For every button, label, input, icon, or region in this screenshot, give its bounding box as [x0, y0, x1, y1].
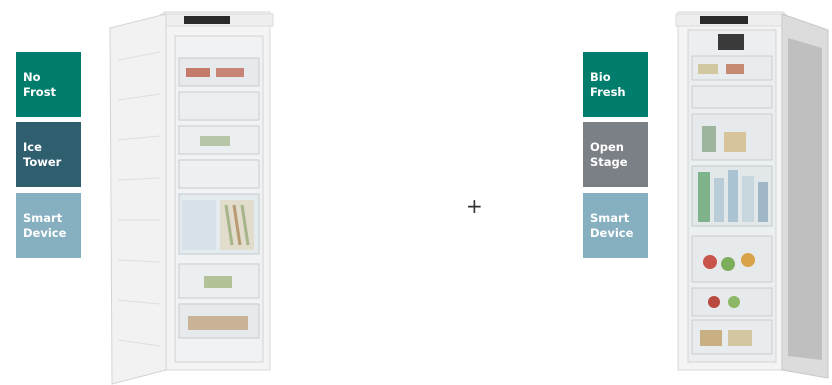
- feature-badge-ice-tower: Ice Tower: [16, 122, 81, 187]
- freezer-product-image: [108, 0, 278, 385]
- product-comparison-page: { "left_product": { "features": [ {"labe…: [0, 0, 832, 385]
- refrigerator-product-image: [670, 0, 830, 385]
- feature-badge-no-frost: No Frost: [16, 52, 81, 117]
- feature-badge-smart-device: Smart Device: [16, 193, 81, 258]
- feature-badge-open-stage: Open Stage: [583, 122, 648, 187]
- feature-badge-smart-device-2: Smart Device: [583, 193, 648, 258]
- plus-separator: +: [466, 194, 483, 218]
- feature-badge-bio-fresh: Bio Fresh: [583, 52, 648, 117]
